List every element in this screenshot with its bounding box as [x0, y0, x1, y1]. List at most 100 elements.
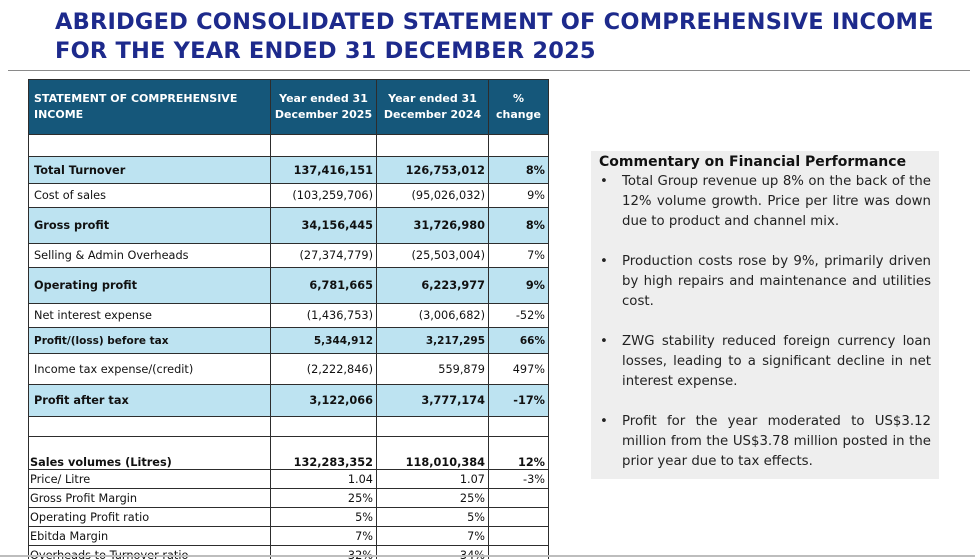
- row-label: Gross profit: [28, 207, 271, 244]
- table-row: Selling & Admin Overheads (27,374,779) (…: [28, 243, 549, 268]
- table-row: Net interest expense (1,436,753) (3,006,…: [28, 303, 549, 328]
- header-statement: STATEMENT OF COMPREHENSIVE INCOME: [28, 79, 271, 135]
- value-2024: 559,879: [376, 353, 489, 385]
- row-label: Operating Profit ratio: [28, 507, 271, 527]
- value-2025: 1.04: [270, 469, 377, 489]
- row-label: Profit after tax: [28, 384, 271, 417]
- table-header-row: STATEMENT OF COMPREHENSIVE INCOME Year e…: [28, 79, 549, 135]
- value-change: [488, 416, 549, 437]
- header-2024: Year ended 31 December 2024: [376, 79, 489, 135]
- value-2025: 132,283,352: [270, 436, 377, 470]
- header-2025: Year ended 31 December 2025: [270, 79, 377, 135]
- table-row: Gross Profit Margin 25% 25%: [28, 488, 549, 508]
- value-change: -52%: [488, 303, 549, 328]
- table-row: Cost of sales (103,259,706) (95,026,032)…: [28, 183, 549, 208]
- income-statement-table: STATEMENT OF COMPREHENSIVE INCOME Year e…: [28, 79, 549, 559]
- row-label: [28, 134, 271, 157]
- table-row: Operating profit 6,781,665 6,223,977 9%: [28, 267, 549, 304]
- value-change: [488, 507, 549, 527]
- value-2025: 5,344,912: [270, 327, 377, 354]
- value-2025: 6,781,665: [270, 267, 377, 304]
- value-change: 9%: [488, 267, 549, 304]
- commentary-heading: Commentary on Financial Performance: [599, 154, 907, 170]
- value-2024: [376, 416, 489, 437]
- commentary-text: Production costs rose by 9%, primarily d…: [622, 254, 931, 309]
- row-label: Sales volumes (Litres): [28, 436, 271, 470]
- title-line-2: FOR THE YEAR ENDED 31 DECEMBER 2025: [55, 38, 596, 64]
- bullet-icon: •: [600, 334, 608, 349]
- commentary-text: ZWG stability reduced foreign currency l…: [622, 334, 931, 389]
- row-label: Cost of sales: [28, 183, 271, 208]
- row-label: Gross Profit Margin: [28, 488, 271, 508]
- value-2024: 6,223,977: [376, 267, 489, 304]
- table-row: Gross profit 34,156,445 31,726,980 8%: [28, 207, 549, 244]
- row-label: Selling & Admin Overheads: [28, 243, 271, 268]
- value-2024: (25,503,004): [376, 243, 489, 268]
- table-row: Operating Profit ratio 5% 5%: [28, 507, 549, 527]
- header-change: % change: [488, 79, 549, 135]
- table-row: Total Turnover 137,416,151 126,753,012 8…: [28, 156, 549, 184]
- row-label: Total Turnover: [28, 156, 271, 184]
- value-2025: (103,259,706): [270, 183, 377, 208]
- commentary-item: • Production costs rose by 9%, primarily…: [599, 252, 931, 312]
- title-divider: [8, 70, 970, 71]
- value-2024: 5%: [376, 507, 489, 527]
- value-2025: 5%: [270, 507, 377, 527]
- page-title: ABRIDGED CONSOLIDATED STATEMENT OF COMPR…: [55, 8, 965, 66]
- value-change: [488, 488, 549, 508]
- value-2024: 25%: [376, 488, 489, 508]
- value-2025: (2,222,846): [270, 353, 377, 385]
- table-row: Sales volumes (Litres) 132,283,352 118,0…: [28, 436, 549, 470]
- value-change: 66%: [488, 327, 549, 354]
- row-label: Income tax expense/(credit): [28, 353, 271, 385]
- row-label: Price/ Litre: [28, 469, 271, 489]
- commentary-text: Total Group revenue up 8% on the back of…: [622, 174, 931, 229]
- title-line-1: ABRIDGED CONSOLIDATED STATEMENT OF COMPR…: [55, 9, 934, 35]
- value-2025: (1,436,753): [270, 303, 377, 328]
- value-2024: 3,777,174: [376, 384, 489, 417]
- row-label: Operating profit: [28, 267, 271, 304]
- value-2024: [376, 134, 489, 157]
- value-change: [488, 134, 549, 157]
- value-2025: 3,122,066: [270, 384, 377, 417]
- value-change: 12%: [488, 436, 549, 470]
- commentary-text: Profit for the year moderated to US$3.12…: [622, 414, 931, 469]
- value-change: 9%: [488, 183, 549, 208]
- bullet-icon: •: [600, 254, 608, 269]
- row-label: Ebitda Margin: [28, 526, 271, 546]
- row-label: Profit/(loss) before tax: [28, 327, 271, 354]
- value-change: 8%: [488, 207, 549, 244]
- value-2024: 7%: [376, 526, 489, 546]
- commentary-item: • ZWG stability reduced foreign currency…: [599, 332, 931, 392]
- value-change: 8%: [488, 156, 549, 184]
- value-change: [488, 526, 549, 546]
- table-row: Profit after tax 3,122,066 3,777,174 -17…: [28, 384, 549, 417]
- value-2025: 137,416,151: [270, 156, 377, 184]
- value-2025: [270, 416, 377, 437]
- commentary-item: • Total Group revenue up 8% on the back …: [599, 172, 931, 232]
- value-2025: [270, 134, 377, 157]
- value-2024: 126,753,012: [376, 156, 489, 184]
- table-row: Profit/(loss) before tax 5,344,912 3,217…: [28, 327, 549, 354]
- value-2025: 34,156,445: [270, 207, 377, 244]
- table-row: [28, 134, 549, 157]
- commentary-list: • Total Group revenue up 8% on the back …: [599, 172, 931, 472]
- value-2024: (3,006,682): [376, 303, 489, 328]
- table-row: Price/ Litre 1.04 1.07 -3%: [28, 469, 549, 489]
- value-change: -3%: [488, 469, 549, 489]
- value-2024: 3,217,295: [376, 327, 489, 354]
- value-2025: (27,374,779): [270, 243, 377, 268]
- commentary-item: • Profit for the year moderated to US$3.…: [599, 412, 931, 472]
- commentary-panel: Commentary on Financial Performance • To…: [591, 151, 939, 479]
- row-label: Net interest expense: [28, 303, 271, 328]
- table-row: [28, 416, 549, 437]
- value-change: 7%: [488, 243, 549, 268]
- value-2025: 7%: [270, 526, 377, 546]
- value-2024: 118,010,384: [376, 436, 489, 470]
- bottom-divider: [0, 555, 975, 557]
- value-2024: 31,726,980: [376, 207, 489, 244]
- bullet-icon: •: [600, 174, 608, 189]
- value-2024: 1.07: [376, 469, 489, 489]
- value-change: 497%: [488, 353, 549, 385]
- table-row: Ebitda Margin 7% 7%: [28, 526, 549, 546]
